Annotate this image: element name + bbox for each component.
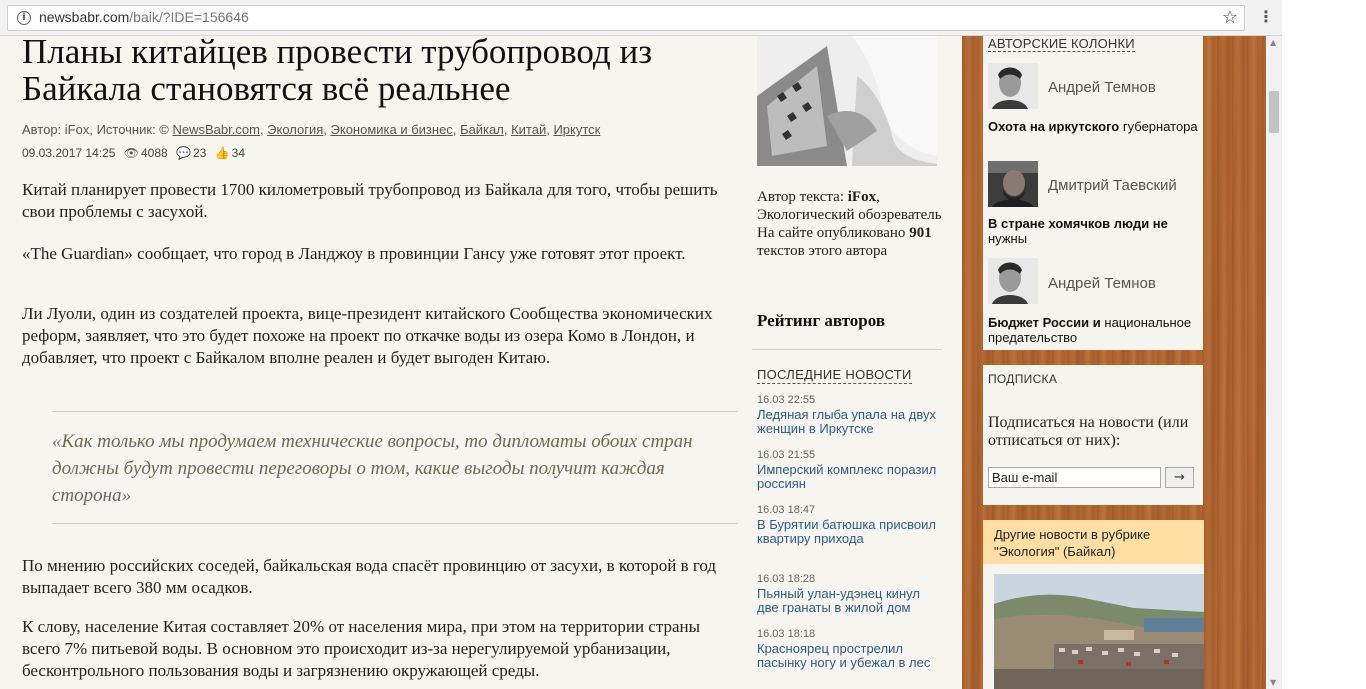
news-link[interactable]: В Бурятии батюшка присвоил квартиру прих…	[757, 518, 937, 546]
kebab-menu-icon[interactable]: ⋮	[1258, 7, 1274, 26]
tag-link-baikal[interactable]: Байкал	[460, 122, 504, 137]
column-author-link[interactable]: Андрей Темнов	[1048, 79, 1156, 96]
rubric-news-photo[interactable]	[994, 574, 1204, 689]
news-item[interactable]: 16.03 21:55 Имперский комплекс поразил р…	[757, 449, 937, 491]
divider	[752, 349, 942, 350]
news-item[interactable]: 16.03 18:28 Пьяный улан-удэнец кинул две…	[757, 573, 937, 615]
views-count: 4088	[141, 146, 168, 160]
published-suffix: текстов этого автора	[757, 243, 888, 259]
news-link[interactable]: Пьяный улан-удэнец кинул две гранаты в ж…	[757, 587, 937, 615]
page-scrollbar[interactable]: ▲ ▼	[1266, 36, 1282, 689]
article-title: Планы китайцев провести трубопровод из Б…	[22, 36, 653, 108]
page-content: Планы китайцев провести трубопровод из Б…	[0, 36, 1266, 689]
pull-quote: «Как только мы продумаем технические воп…	[52, 411, 738, 524]
author-role: Экологический обозреватель	[757, 207, 942, 223]
news-time: 16.03 18:47	[757, 504, 816, 516]
article-date: 09.03.2017 14:25	[22, 146, 116, 160]
tag-link-china[interactable]: Китай	[511, 122, 546, 137]
meta-prefix: Автор: iFox, Источник: ©	[22, 122, 173, 137]
comments-count[interactable]: 23	[193, 146, 206, 160]
news-item[interactable]: 16.03 18:47 В Бурятии батюшка присвоил к…	[757, 504, 937, 546]
subscribe-panel: ПОДПИСКА Подписаться на новости (или отп…	[983, 365, 1203, 505]
column-title-link[interactable]: В стране хомячков люди не нужны	[988, 216, 1203, 246]
column-title-bold: Бюджет России и	[988, 315, 1101, 330]
news-link[interactable]: Имперский комплекс поразил россиян	[757, 463, 937, 491]
author-name-link[interactable]: iFox	[848, 189, 876, 205]
subscribe-text: Подписаться на новости (или отписаться о…	[988, 414, 1189, 449]
news-item[interactable]: 16.03 18:18 Красноярец прострелил пасынк…	[757, 628, 937, 670]
quote-text: «Как только мы продумаем технические воп…	[52, 431, 693, 506]
url-text[interactable]: newsbabr.com/baik/?IDE=156646	[39, 9, 249, 25]
news-link[interactable]: Красноярец прострелил пасынку ногу и убе…	[757, 642, 937, 670]
source-link[interactable]: NewsBabr.com	[172, 122, 259, 137]
info-icon[interactable]: i	[17, 11, 31, 25]
column-title-rest: нужны	[988, 231, 1028, 246]
author-columns-panel: АВТОРСКИЕ КОЛОНКИ Андрей Темнов Охота на…	[983, 36, 1203, 350]
star-icon[interactable]: ☆	[1222, 7, 1238, 28]
scroll-up-arrow-icon[interactable]: ▲	[1270, 38, 1276, 47]
browser-toolbar: i newsbabr.com/baik/?IDE=156646 ☆ ⋮	[0, 0, 1282, 36]
author-photo	[757, 36, 937, 166]
news-time: 16.03 18:18	[757, 628, 816, 640]
tag-link-economy[interactable]: Экономика и бизнес	[331, 122, 453, 137]
published-prefix: На сайте опубликовано	[757, 225, 910, 241]
article-paragraph: «The Guardian» сообщает, что город в Лан…	[22, 244, 686, 263]
article-paragraph: Китай планирует провести 1700 километров…	[22, 180, 718, 221]
right-sidebar: АВТОРСКИЕ КОЛОНКИ Андрей Темнов Охота на…	[962, 36, 1266, 689]
article-paragraph: К слову, население Китая составляет 20% …	[22, 617, 701, 680]
column-title-link[interactable]: Бюджет России и национальное предательст…	[988, 315, 1203, 345]
email-input[interactable]	[988, 467, 1161, 488]
address-bar[interactable]: i newsbabr.com/baik/?IDE=156646 ☆	[7, 5, 1245, 31]
scroll-down-arrow-icon[interactable]: ▼	[1270, 678, 1276, 687]
avatar[interactable]	[988, 161, 1038, 207]
news-link[interactable]: Ледяная глыба упала на двух женщин в Ирк…	[757, 408, 937, 436]
comment-icon[interactable]: 💬	[176, 146, 191, 160]
author-info: Автор текста: iFox, Экологический обозре…	[757, 189, 942, 259]
article-meta: Автор: iFox, Источник: © NewsBabr.com, Э…	[22, 122, 601, 137]
tag-link-irkutsk[interactable]: Иркутск	[553, 122, 600, 137]
scrollbar-thumb[interactable]	[1269, 91, 1279, 133]
column-author-link[interactable]: Андрей Темнов	[1048, 275, 1156, 292]
author-label: Автор текста:	[757, 189, 848, 205]
subscribe-heading: ПОДПИСКА	[988, 372, 1058, 386]
article-stats: 09.03.2017 14:25 👁 4088 💬 23 👍 34	[22, 146, 245, 160]
latest-news-heading[interactable]: ПОСЛЕДНИЕ НОВОСТИ	[757, 367, 912, 384]
thumbs-up-icon[interactable]: 👍	[215, 146, 230, 160]
url-host: newsbabr.com	[39, 9, 130, 25]
published-count: 901	[909, 225, 932, 241]
column-title-rest: губернатора	[1119, 119, 1198, 134]
tag-link-ecology[interactable]: Экология	[267, 122, 323, 137]
article-paragraph: По мнению российских соседей, байкальска…	[22, 556, 717, 597]
article-paragraph: Ли Луоли, один из создателей проекта, ви…	[22, 304, 713, 367]
news-time: 16.03 22:55	[757, 394, 816, 406]
eye-icon: 👁	[123, 146, 139, 160]
author-columns-heading[interactable]: АВТОРСКИЕ КОЛОНКИ	[988, 36, 1135, 52]
avatar[interactable]	[988, 258, 1038, 304]
url-path: /baik/?IDE=156646	[129, 9, 249, 25]
subscribe-submit-button[interactable]: →	[1165, 467, 1194, 488]
likes-count[interactable]: 34	[232, 146, 245, 160]
news-time: 16.03 21:55	[757, 449, 816, 461]
news-item[interactable]: 16.03 22:55 Ледяная глыба упала на двух …	[757, 394, 937, 436]
rubric-title[interactable]: Другие новости в рубрике "Экология" (Бай…	[994, 526, 1199, 560]
column-title-bold: Охота на иркутского	[988, 119, 1120, 134]
column-title-bold: В стране хомячков люди не	[988, 216, 1168, 231]
news-time: 16.03 18:28	[757, 573, 816, 585]
rubric-header: Другие новости в рубрике "Экология" (Бай…	[983, 520, 1204, 564]
authors-rating-link[interactable]: Рейтинг авторов	[757, 311, 885, 331]
rubric-news-panel: Другие новости в рубрике "Экология" (Бай…	[983, 520, 1204, 689]
column-title-link[interactable]: Охота на иркутского губернатора	[988, 119, 1203, 134]
avatar[interactable]	[988, 63, 1038, 109]
column-author-link[interactable]: Дмитрий Таевский	[1048, 177, 1177, 194]
